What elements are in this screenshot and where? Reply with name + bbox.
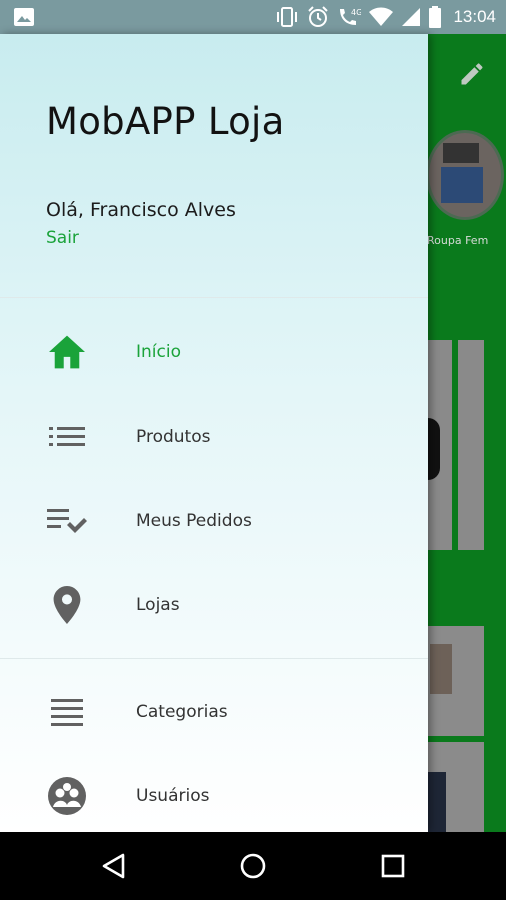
product-card[interactable] [426,626,484,736]
category-label: Roupa Fem [427,234,489,247]
nav-item-meus-pedidos[interactable]: Meus Pedidos [0,486,428,556]
users-group-icon [46,775,88,817]
call-4g-icon: 4G [340,8,361,25]
back-button[interactable] [94,846,134,886]
nav-item-produtos[interactable]: Produtos [0,402,428,472]
divider [0,658,428,659]
nav-item-label: Usuários [136,786,210,806]
image-icon [14,8,34,26]
clothing-image [443,143,479,163]
navigation-drawer: MobAPP Loja Olá, Francisco Alves Sair In… [0,34,428,832]
nav-item-lojas[interactable]: Lojas [0,570,428,640]
banner-card[interactable] [458,340,484,550]
location-pin-icon [46,584,88,626]
recents-icon [381,854,405,878]
nav-item-label: Produtos [136,427,211,447]
nav-item-label: Lojas [136,595,180,615]
vibrate-icon [277,7,298,27]
home-circle-icon [240,853,266,879]
playlist-check-icon [46,500,88,542]
nav-item-usuarios[interactable]: Usuários [0,761,428,831]
nav-item-label: Categorias [136,702,228,722]
edit-icon[interactable] [458,60,486,88]
system-nav-bar [0,832,506,900]
status-bar: 4G 13:04 [0,0,506,34]
nav-item-label: Início [136,342,181,362]
nav-item-label: Meus Pedidos [136,511,252,531]
menu-lines-icon [46,691,88,733]
nav-item-categorias[interactable]: Categorias [0,677,428,747]
user-greeting: Olá, Francisco Alves [46,199,236,221]
product-image [428,772,446,832]
category-avatar[interactable] [426,130,504,220]
product-image [430,644,452,694]
recents-button[interactable] [373,846,413,886]
cell-signal-icon [402,8,421,26]
store-title: MobAPP Loja [46,100,285,143]
list-icon [46,416,88,458]
banner-glyph [428,418,440,480]
logout-link[interactable]: Sair [46,228,79,248]
product-card[interactable] [426,742,484,832]
battery-icon [429,6,442,28]
home-icon [46,331,88,373]
jeans-image [441,167,483,203]
status-time: 13:04 [453,7,496,26]
svg-text:4G: 4G [351,8,361,17]
wifi-icon [369,7,394,26]
home-button[interactable] [233,846,273,886]
back-icon [102,853,125,879]
divider [0,297,428,298]
nav-item-inicio[interactable]: Início [0,317,428,387]
alarm-icon [308,6,329,27]
